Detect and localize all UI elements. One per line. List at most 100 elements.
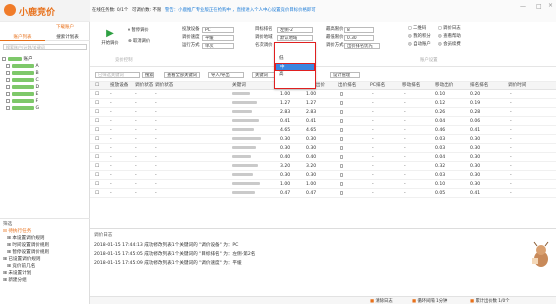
sidebar-search-input[interactable]: 搜索账户/计划/关键词 (3, 44, 87, 50)
design-manage-select[interactable]: 设计管理 (330, 72, 360, 78)
filter-item[interactable]: ⊞ 时间设置调价规则 (3, 242, 87, 249)
table-row[interactable]: ☐ - - -2.83 2.83- -0.26 0.28- (90, 108, 556, 117)
rank-cell: 0.06 (470, 119, 481, 124)
page-icon (340, 180, 343, 189)
close-icon[interactable]: × (548, 2, 553, 9)
row-checkbox[interactable]: ☐ (95, 99, 99, 108)
table-row[interactable]: ☐ - - -0.30 0.30- -0.03 0.30- (90, 144, 556, 153)
tree-root[interactable]: 账户 (2, 56, 88, 63)
dropdown-option-low[interactable]: 低 (275, 55, 315, 63)
col-checkbox[interactable]: ☐ (95, 82, 99, 90)
tree-item[interactable]: B (2, 70, 88, 77)
tree-item[interactable]: C (2, 77, 88, 84)
table-row[interactable]: ☐ - - -0.47 0.47- -0.05 0.41- (90, 189, 556, 198)
tree-item[interactable]: E (2, 91, 88, 98)
download-account-button[interactable]: 下载账户 (56, 24, 74, 30)
col-mobile-bid: 移动出价 (435, 83, 454, 88)
pause-button[interactable]: ⏸ 暂停调价 (128, 28, 149, 34)
table-row[interactable]: ☐ - - -0.30 0.30- -0.03 0.30- (90, 171, 556, 180)
table-row[interactable]: ☐ - - -1.00 1.00- -0.10 0.20- (90, 90, 556, 99)
filter-item[interactable]: ⊞ 已设置调价规则 (3, 256, 87, 263)
filter-item[interactable]: ⊟ 待执行任务 (3, 228, 87, 235)
page-icon (340, 90, 343, 99)
qrcode-option[interactable]: ◻ 二维码 (408, 26, 426, 32)
filter-item[interactable]: ⊞ 新建分组 (3, 277, 87, 284)
row-checkbox[interactable]: ☐ (95, 126, 99, 135)
table-row[interactable]: ☐ - - -0.41 0.41- -0.04 0.06- (90, 117, 556, 126)
page-icon (340, 189, 343, 198)
help-option[interactable]: ◎ 查看帮助 (438, 34, 461, 40)
row-checkbox[interactable]: ☐ (95, 135, 99, 144)
tree-item[interactable]: D (2, 84, 88, 91)
max-price-input[interactable]: 8 (344, 27, 374, 33)
mode-select[interactable]: 单次 (202, 43, 234, 49)
start-button[interactable]: ▶ 开始调价 (98, 27, 122, 53)
table-row[interactable]: ☐ - - -0.30 0.30- -0.03 0.30- (90, 135, 556, 144)
import-export-select[interactable]: 导入/导出 (208, 72, 244, 78)
app-logo (4, 4, 16, 16)
row-checkbox[interactable]: ☐ (95, 189, 99, 198)
row-checkbox[interactable]: ☐ (95, 171, 99, 180)
min-price-input[interactable]: 0.30 (344, 35, 374, 41)
log-option[interactable]: ◻ 调价日志 (438, 26, 461, 32)
bid-cell: 2.83 (280, 110, 291, 115)
maximize-icon[interactable]: □ (536, 3, 542, 10)
renew-option[interactable]: ◎ 会员续费 (438, 42, 461, 48)
col-status-2: 调价状态 (155, 83, 174, 88)
filter-item[interactable]: ⊞ 暂停设置调价规则 (3, 249, 87, 256)
bid-cell: 1.27 (280, 101, 291, 106)
tree-item[interactable]: G (2, 105, 88, 112)
region-select[interactable]: 默认地域 (277, 35, 313, 41)
row-checkbox[interactable]: ☐ (95, 90, 99, 99)
table-row[interactable]: ☐ - - -3.20 3.20- -0.32 0.30- (90, 162, 556, 171)
row-checkbox[interactable]: ☐ (95, 108, 99, 117)
filter-item[interactable]: ⊞ 本设置调价规则 (3, 235, 87, 242)
cancel-button[interactable]: ⊗ 取消调价 (128, 39, 150, 45)
method-select[interactable]: 出价排名优先 (344, 43, 380, 49)
view-all-select[interactable]: 查看全部关键词 (164, 72, 200, 78)
tree-item[interactable]: A (2, 63, 88, 70)
table-row[interactable]: ☐ - - -1.27 1.27- -0.12 0.19- (90, 99, 556, 108)
dropdown-option-mid[interactable]: 中 (275, 63, 315, 71)
tab-search-plan[interactable]: 搜索计划表 (45, 34, 90, 41)
filter-item[interactable]: ⊞ 未设置计划 (3, 270, 87, 277)
keyword-filter-input[interactable]: 已筛选关键词 (95, 72, 140, 78)
dropdown-option-high[interactable]: 高 (275, 71, 315, 79)
row-checkbox[interactable]: ☐ (95, 180, 99, 189)
auto-account-option[interactable]: ◎ 自动账户 (408, 42, 431, 48)
promo-alert[interactable]: 警告：小鹿推广专业版正在抢购中 ，直接进入个人中心设置竞价目标价格即可 (165, 7, 316, 13)
keyword-table: ☐ 投放设备 调价状态 调价状态 关键词 实际出价 调价后出价 出价排名 PC排… (90, 82, 556, 222)
table-row[interactable]: ☐ - - -1.00 1.00- -0.10 0.30- (90, 180, 556, 189)
speed-select[interactable]: 平缓 (202, 35, 234, 41)
log-entry: 2018-01-15 17:45:09 成功修改列表1个关键词的 "调价速度" … (94, 261, 242, 266)
keyword-cell (232, 171, 253, 180)
page-icon (340, 108, 343, 117)
adjustable-count: 可调价数: 不限 (132, 8, 162, 13)
row-checkbox[interactable]: ☐ (95, 162, 99, 171)
control-panel: ▶ 开始调价 ⏸ 暂停调价 ⊗ 取消调价 竞价控制 投放设备 PC 调价速度 平… (90, 22, 556, 67)
bid-cell: 0.47 (280, 191, 291, 196)
minimize-icon[interactable]: — (520, 3, 526, 10)
row-checkbox[interactable]: ☐ (95, 153, 99, 162)
bid-cell: 0.30 (280, 173, 291, 178)
tree-item[interactable]: F (2, 98, 88, 105)
row-checkbox[interactable]: ☐ (95, 117, 99, 126)
keyword-cell (232, 153, 251, 162)
filter-item[interactable]: ⊞ 竞价前几名 (3, 263, 87, 270)
table-row[interactable]: ☐ - - -4.65 4.65- -0.46 0.41- (90, 126, 556, 135)
table-row[interactable]: ☐ - - -0.40 0.40- -0.04 0.30- (90, 153, 556, 162)
tab-account-list[interactable]: 账户列表 (0, 34, 45, 41)
row-checkbox[interactable]: ☐ (95, 144, 99, 153)
sidebar: 下载账户 账户列表 搜索计划表 搜索账户/计划/关键词 账户 A B C D E… (0, 22, 90, 304)
after-bid-cell: 0.30 (306, 173, 317, 178)
mobile-bid-cell: 0.12 (435, 101, 446, 106)
bid-cell: 1.00 (280, 182, 291, 187)
search-button[interactable]: 搜索 (142, 72, 154, 78)
after-bid-cell: 0.41 (306, 119, 317, 124)
rank-select[interactable]: 左侧-2 (277, 27, 313, 33)
method-label: 调价方式 (326, 43, 344, 48)
device-select[interactable]: PC (202, 27, 234, 33)
clear-log-button[interactable]: ■ 清除日志 (370, 298, 393, 304)
mobile-bid-cell: 0.04 (435, 155, 446, 160)
points-option[interactable]: ◎ 我的积分 (408, 34, 431, 40)
